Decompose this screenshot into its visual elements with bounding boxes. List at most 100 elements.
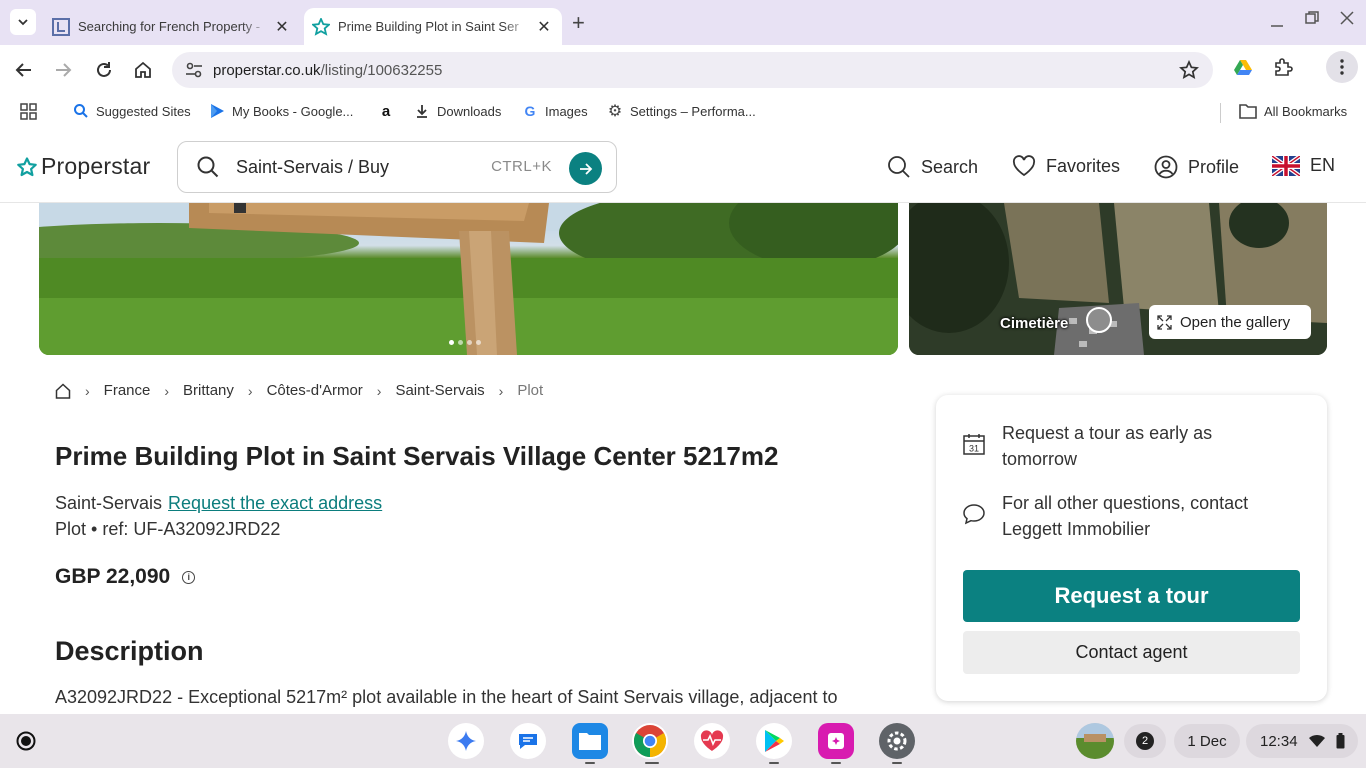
bookmark-suggested-sites[interactable]: Suggested Sites bbox=[73, 103, 191, 119]
canvas-app[interactable] bbox=[818, 723, 854, 759]
home-button[interactable] bbox=[130, 57, 156, 83]
bookmark-star-icon[interactable] bbox=[1179, 60, 1199, 80]
info-icon[interactable]: i bbox=[182, 570, 196, 584]
tab-prime-building-plot[interactable]: Prime Building Plot in Saint Ser ✕ bbox=[304, 8, 562, 45]
chevron-right-icon: › bbox=[498, 382, 504, 399]
forward-button[interactable] bbox=[50, 57, 76, 83]
close-window-icon[interactable] bbox=[1340, 11, 1354, 25]
map-label-cimetiere: Cimetière bbox=[1000, 315, 1069, 332]
bookmark-amazon[interactable]: a bbox=[378, 103, 394, 120]
notifications-tray[interactable]: 2 bbox=[1124, 724, 1166, 758]
search-submit-button[interactable] bbox=[569, 152, 602, 185]
tab-title: Searching for French Property - bbox=[78, 19, 261, 34]
search-value: Saint-Servais / Buy bbox=[236, 156, 390, 177]
search-icon bbox=[197, 156, 219, 178]
site-info-icon[interactable] bbox=[185, 61, 203, 79]
tab-search-button[interactable] bbox=[10, 9, 36, 35]
contact-info-line2: Leggett Immobilier bbox=[1002, 519, 1151, 539]
open-gallery-button[interactable]: Open the gallery bbox=[1149, 305, 1311, 339]
chevron-right-icon: › bbox=[85, 382, 90, 399]
nav-favorites[interactable]: Favorites bbox=[1012, 155, 1120, 177]
recent-capture-thumbnail[interactable] bbox=[1076, 723, 1114, 759]
gemini-sparkle-icon bbox=[456, 731, 476, 751]
files-app[interactable] bbox=[572, 723, 608, 759]
restore-icon[interactable] bbox=[1305, 11, 1319, 25]
request-address-link[interactable]: Request the exact address bbox=[168, 493, 382, 513]
bookmark-my-books[interactable]: My Books - Google... bbox=[209, 103, 353, 119]
google-drive-icon[interactable] bbox=[1233, 57, 1253, 77]
reload-icon bbox=[97, 62, 111, 77]
chrome-app[interactable] bbox=[632, 723, 668, 759]
play-store-app[interactable] bbox=[756, 723, 792, 759]
launcher-icon bbox=[16, 731, 36, 751]
breadcrumb: › France › Brittany › Côtes-d'Armor › Sa… bbox=[55, 382, 543, 399]
minimize-icon[interactable] bbox=[1270, 14, 1284, 28]
arrow-right-icon bbox=[579, 162, 592, 175]
launcher-button[interactable] bbox=[11, 726, 41, 756]
browser-menu-button[interactable] bbox=[1326, 51, 1358, 83]
language-selector[interactable]: EN bbox=[1272, 155, 1335, 176]
bookmark-settings-performance[interactable]: ⚙ Settings – Performa... bbox=[607, 103, 756, 120]
breadcrumb-brittany[interactable]: Brittany bbox=[183, 382, 234, 399]
thumbnail-image bbox=[1076, 723, 1114, 759]
properstar-logo[interactable]: Properstar bbox=[17, 153, 150, 180]
nav-profile[interactable]: Profile bbox=[1154, 155, 1239, 179]
health-app[interactable] bbox=[694, 723, 730, 759]
sparkle-note-icon bbox=[828, 733, 844, 749]
keyboard-shortcut-hint: CTRL+K bbox=[491, 158, 552, 175]
bookmark-images[interactable]: G Images bbox=[522, 103, 588, 119]
home-icon[interactable] bbox=[55, 382, 71, 399]
request-tour-button[interactable]: Request a tour bbox=[963, 570, 1300, 622]
close-tab-icon[interactable]: ✕ bbox=[270, 17, 294, 37]
gemini-app[interactable] bbox=[448, 723, 484, 759]
chevron-right-icon: › bbox=[247, 382, 253, 399]
contact-info-line1: For all other questions, contact bbox=[1002, 493, 1249, 513]
all-bookmarks-button[interactable]: All Bookmarks bbox=[1239, 103, 1347, 119]
breadcrumb-cotes-darmor[interactable]: Côtes-d'Armor bbox=[267, 382, 363, 399]
folder-icon bbox=[1239, 104, 1257, 119]
apps-button[interactable] bbox=[20, 103, 37, 120]
tab-title: Prime Building Plot in Saint Ser bbox=[338, 19, 519, 34]
back-button[interactable] bbox=[11, 57, 37, 83]
search-icon bbox=[888, 156, 910, 178]
url-text: properstar.co.uk/listing/100632255 bbox=[213, 61, 443, 79]
main-listing-photo[interactable] bbox=[39, 203, 898, 355]
more-vertical-icon bbox=[1340, 59, 1344, 75]
date-tray[interactable]: 1 Dec bbox=[1174, 724, 1240, 758]
time-text: 12:34 bbox=[1260, 732, 1298, 750]
breadcrumb-saint-servais[interactable]: Saint-Servais bbox=[395, 382, 484, 399]
tab-french-property[interactable]: Searching for French Property - ✕ bbox=[44, 8, 300, 45]
bookmarks-bar: Suggested Sites My Books - Google... a D… bbox=[0, 95, 1366, 133]
status-tray[interactable]: 12:34 bbox=[1246, 724, 1358, 758]
bookmarks-divider bbox=[1220, 103, 1221, 123]
gear-icon bbox=[887, 731, 907, 751]
breadcrumb-france[interactable]: France bbox=[104, 382, 151, 399]
extensions-icon[interactable] bbox=[1273, 57, 1293, 77]
listing-location: Saint-Servais Request the exact address bbox=[55, 493, 382, 514]
contact-agent-button[interactable]: Contact agent bbox=[963, 631, 1300, 674]
photo-pagination-dots bbox=[449, 340, 481, 345]
wifi-icon bbox=[1308, 734, 1325, 747]
chevron-right-icon: › bbox=[376, 382, 382, 399]
new-tab-button[interactable]: + bbox=[572, 10, 585, 36]
running-indicator bbox=[585, 762, 595, 764]
close-tab-icon[interactable]: ✕ bbox=[532, 17, 556, 37]
running-indicator bbox=[831, 762, 841, 764]
properstar-favicon-icon bbox=[312, 17, 330, 36]
breadcrumb-plot: Plot bbox=[517, 382, 544, 399]
reload-button[interactable] bbox=[91, 57, 117, 83]
messages-app[interactable] bbox=[510, 723, 546, 759]
os-shelf: 2 1 Dec 12:34 bbox=[0, 714, 1366, 768]
chevron-down-icon bbox=[18, 19, 28, 26]
star-logo-icon bbox=[17, 156, 37, 176]
chrome-icon bbox=[633, 725, 667, 758]
browser-tab-strip: Searching for French Property - ✕ Prime … bbox=[0, 0, 1366, 45]
location-search-field[interactable]: Saint-Servais / Buy CTRL+K bbox=[177, 141, 617, 193]
listing-title: Prime Building Plot in Saint Servais Vil… bbox=[55, 441, 779, 471]
bookmark-downloads[interactable]: Downloads bbox=[414, 103, 501, 119]
price-value: GBP 22,090 bbox=[55, 565, 171, 588]
address-bar[interactable]: properstar.co.uk/listing/100632255 bbox=[172, 52, 1213, 88]
satellite-map-photo[interactable]: Cimetière Open the gallery bbox=[909, 203, 1327, 355]
nav-search[interactable]: Search bbox=[887, 155, 978, 179]
settings-app[interactable] bbox=[879, 723, 915, 759]
